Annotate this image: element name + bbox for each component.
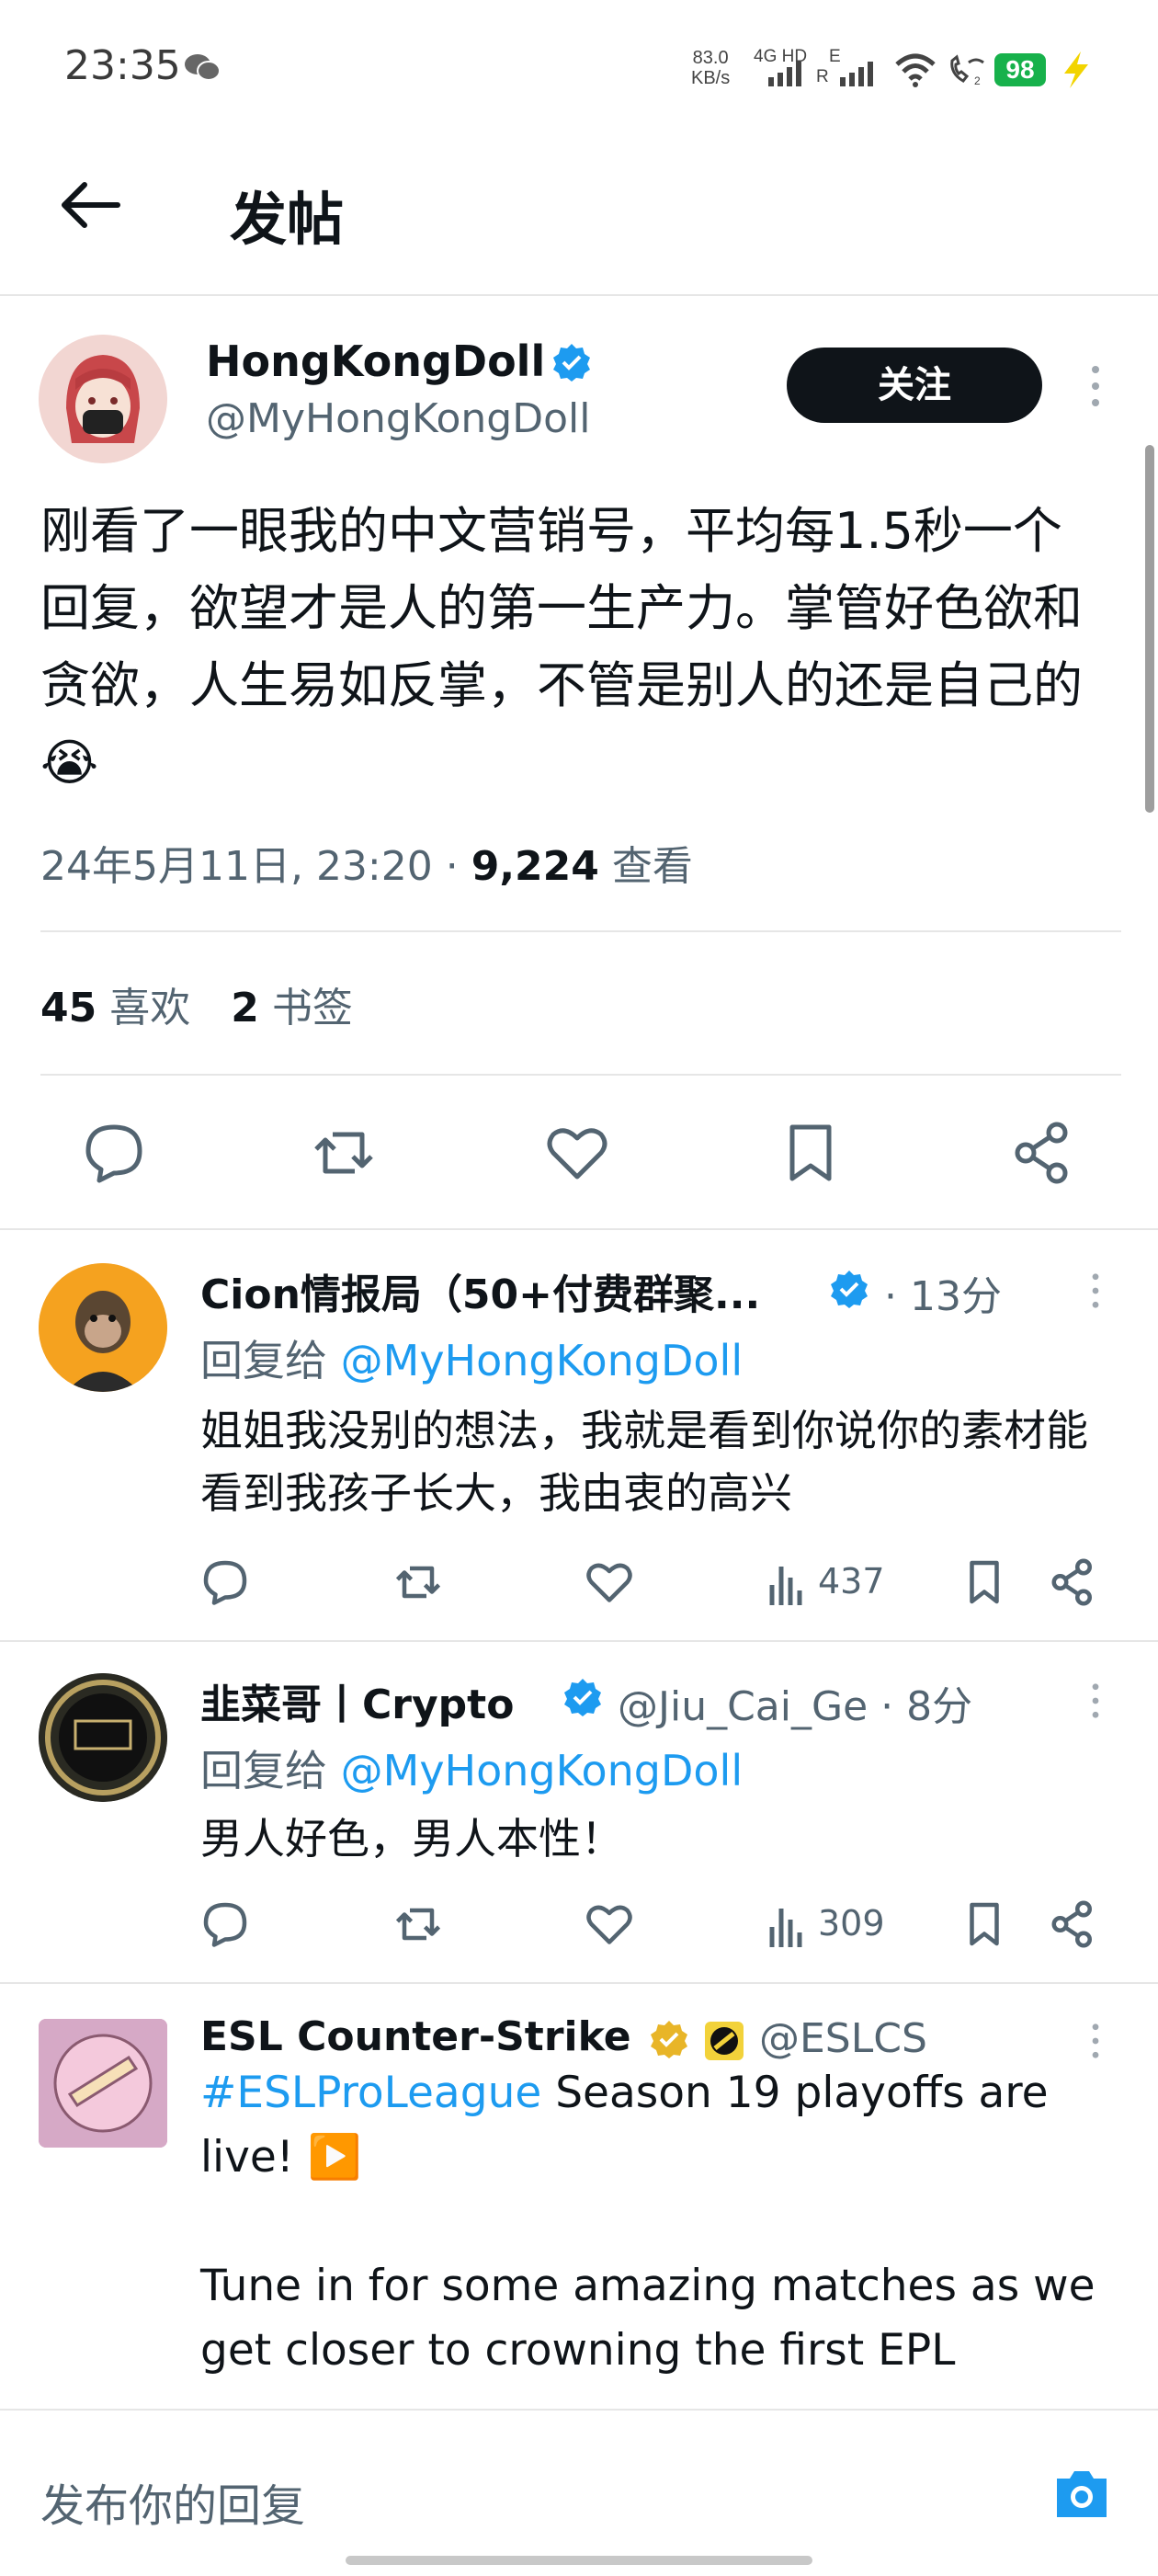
replying-to: 回复给 @MyHongKongDoll xyxy=(200,1336,744,1385)
engagement-stats: 45 喜欢 2 书签 xyxy=(40,975,353,1033)
replying-to: 回复给 @MyHongKongDoll xyxy=(200,1746,744,1795)
like-heart-icon[interactable] xyxy=(585,1899,634,1949)
reply-icon[interactable] xyxy=(200,1557,250,1607)
affiliate-badge-icon xyxy=(705,2022,744,2060)
verified-badge-icon xyxy=(831,1271,868,1308)
reply-avatar[interactable] xyxy=(39,1263,167,1392)
bookmark-icon[interactable] xyxy=(959,1899,1009,1949)
battery-indicator: 98 xyxy=(994,53,1046,86)
view-label: 查看 xyxy=(598,843,693,890)
sim2-label-bottom: R xyxy=(816,67,829,86)
page-title: 发帖 xyxy=(230,186,345,253)
wifi-icon xyxy=(895,53,936,87)
bookmark-icon[interactable] xyxy=(959,1557,1009,1607)
view-count: 9,224 xyxy=(471,843,599,890)
promo-handle[interactable]: @ESLCS xyxy=(759,2015,927,2062)
reply-view-count: 309 xyxy=(818,1903,885,1943)
reply-text: 男人好色，男人本性！ xyxy=(200,1814,623,1864)
promo-line2: Tune in for some amazing matches as we g… xyxy=(200,2261,1096,2376)
more-options-icon[interactable] xyxy=(1086,1681,1105,1721)
retweet-icon[interactable] xyxy=(393,1557,443,1607)
reply-time: · 13分 xyxy=(884,1273,1002,1320)
divider xyxy=(40,1074,1121,1076)
coin-avatar-illustration xyxy=(39,1673,167,1802)
likes-count[interactable]: 45 xyxy=(40,985,96,1032)
camera-icon[interactable] xyxy=(1051,2464,1112,2525)
esl-logo-illustration xyxy=(39,2019,167,2148)
retweet-icon[interactable] xyxy=(393,1899,443,1949)
reply-icon[interactable] xyxy=(200,1899,250,1949)
more-options-icon[interactable] xyxy=(1086,2021,1105,2061)
reply-icon[interactable] xyxy=(81,1120,147,1186)
ape-avatar-illustration xyxy=(39,1263,167,1392)
share-icon[interactable] xyxy=(1048,1557,1097,1607)
share-icon[interactable] xyxy=(1048,1899,1097,1949)
verified-badge-icon xyxy=(564,1679,601,1716)
views-chart-icon[interactable] xyxy=(766,1557,807,1607)
tweet-datetime: 24年5月11日, 23:20 · xyxy=(40,843,471,890)
more-options-icon[interactable] xyxy=(1086,362,1105,410)
reply-view-count: 437 xyxy=(818,1561,885,1601)
like-heart-icon[interactable] xyxy=(544,1120,610,1186)
reply-text: 姐姐我没别的想法，我就是看到你说你的素材能看到我孩子长大，我由衷的高兴 xyxy=(200,1406,1088,1518)
scrollbar[interactable] xyxy=(1145,445,1154,813)
top-app-bar xyxy=(0,138,1158,296)
bookmarks-label[interactable]: 书签 xyxy=(259,985,353,1032)
reply-author-name[interactable]: 韭菜哥丨Crypto xyxy=(200,1671,514,1730)
network-speed: 83.0 KB/s xyxy=(691,48,731,88)
like-heart-icon[interactable] xyxy=(585,1557,634,1607)
views-chart-icon[interactable] xyxy=(766,1899,807,1949)
replying-to-link[interactable]: @MyHongKongDoll xyxy=(341,1746,744,1795)
tweet-text: 刚看了一眼我的中文营销号，平均每1.5秒一个回复，欲望才是人的第一生产力。掌管好… xyxy=(40,502,1083,792)
promo-text: #ESLProLeague Season 19 playoffs are liv… xyxy=(200,2061,1129,2383)
charging-bolt-icon xyxy=(1064,51,1088,88)
back-arrow-icon[interactable] xyxy=(57,179,121,231)
home-indicator[interactable] xyxy=(346,2556,812,2565)
signal-bars-icon xyxy=(768,62,801,86)
gold-verified-badge-icon xyxy=(651,2021,687,2058)
share-icon[interactable] xyxy=(1009,1120,1075,1186)
author-name[interactable]: HongKongDoll xyxy=(206,336,545,386)
status-bar: 23:35 83.0 KB/s 4G HD E R 2 98 xyxy=(0,0,1158,138)
bookmark-icon[interactable] xyxy=(778,1120,844,1186)
reply-handle-time: @Jiu_Cai_Ge · 8分 xyxy=(618,1673,972,1732)
divider xyxy=(0,1982,1158,1984)
promo-avatar[interactable] xyxy=(39,2019,167,2148)
hashtag-link[interactable]: #ESLProLeague xyxy=(200,2068,541,2118)
likes-label[interactable]: 喜欢 xyxy=(96,985,190,1032)
divider xyxy=(0,1640,1158,1642)
divider xyxy=(0,1228,1158,1230)
promo-line1: #ESLProLeague Season 19 playoffs are liv… xyxy=(200,2068,1049,2183)
retweet-icon[interactable] xyxy=(311,1120,377,1186)
reply-time: · 8分 xyxy=(880,1683,973,1730)
tweet-meta: 24年5月11日, 23:20 · 9,224 查看 xyxy=(40,833,693,892)
reply-avatar[interactable] xyxy=(39,1673,167,1802)
bookmarks-count[interactable]: 2 xyxy=(231,985,259,1032)
author-handle[interactable]: @MyHongKongDoll xyxy=(206,395,590,442)
avatar-illustration xyxy=(39,335,167,463)
verified-badge-icon xyxy=(553,344,590,382)
divider xyxy=(40,930,1121,932)
follow-button[interactable]: 关注 xyxy=(787,348,1042,423)
reply-input[interactable]: 发布你的回复 xyxy=(40,2469,305,2534)
more-options-icon[interactable] xyxy=(1086,1271,1105,1311)
promo-author-name[interactable]: ESL Counter-Strike xyxy=(200,2013,631,2060)
reply-handle[interactable]: @Jiu_Cai_Ge xyxy=(618,1683,868,1730)
signal-bars-icon xyxy=(840,62,873,86)
clock: 23:35 xyxy=(64,42,181,89)
replying-to-link[interactable]: @MyHongKongDoll xyxy=(341,1336,744,1385)
wifi-calling-icon: 2 xyxy=(950,54,984,87)
wechat-icon xyxy=(185,54,221,81)
author-avatar[interactable] xyxy=(39,335,167,463)
sim2-label-top: E xyxy=(829,47,841,66)
reply-author-name[interactable]: Cion情报局（50+付费群聚... xyxy=(200,1261,760,1320)
svg-text:2: 2 xyxy=(974,74,981,87)
